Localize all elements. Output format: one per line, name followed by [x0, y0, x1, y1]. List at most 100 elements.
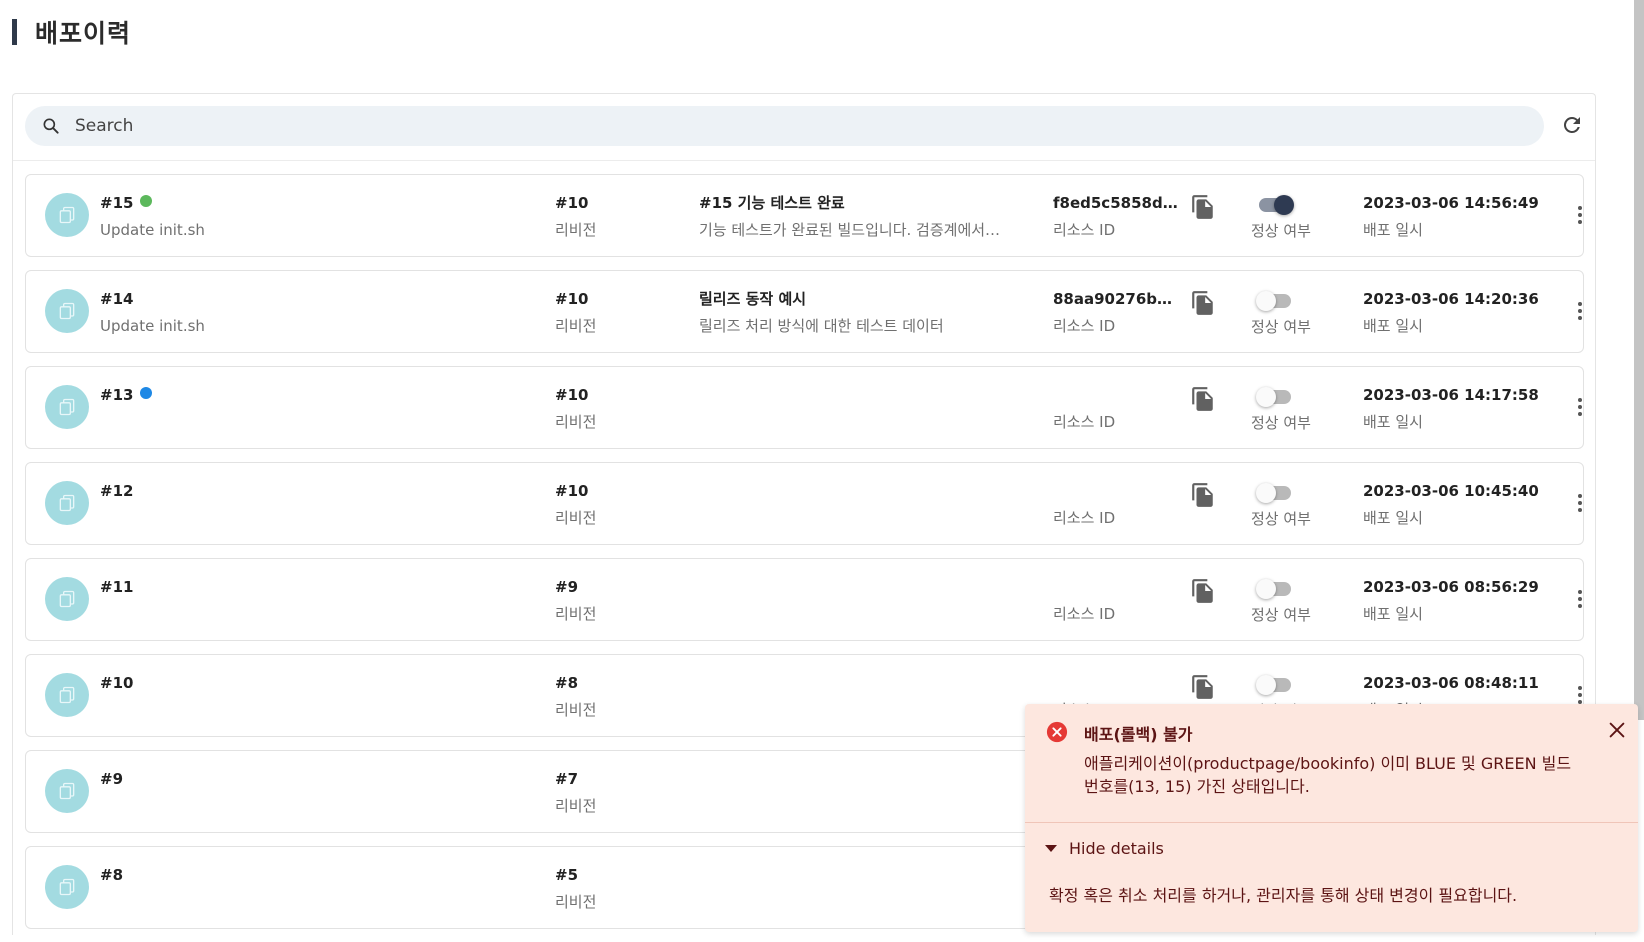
copy-icon[interactable] — [1190, 578, 1216, 604]
build-number-cell: #15 Update init.sh — [100, 193, 500, 240]
normal-toggle[interactable] — [1256, 675, 1291, 695]
deploy-time-value: 2023-03-06 10:45:40 — [1363, 482, 1539, 500]
build-avatar-icon — [45, 865, 89, 909]
resource-cell: 리소스 ID — [1053, 385, 1183, 432]
build-avatar-icon — [45, 481, 89, 525]
hide-details-toggle[interactable]: Hide details — [1045, 839, 1164, 858]
build-avatar-icon — [45, 673, 89, 717]
revision-cell: #10 리비전 — [555, 481, 655, 528]
deploy-time-cell: 2023-03-06 14:20:36 배포 일시 — [1363, 289, 1539, 336]
more-options-icon[interactable] — [1570, 201, 1590, 229]
more-options-icon[interactable] — [1570, 393, 1590, 421]
deploy-time-value: 2023-03-06 14:17:58 — [1363, 386, 1539, 404]
build-number-cell: #11 — [100, 577, 500, 604]
revision-cell: #9 리비전 — [555, 577, 655, 624]
search-icon — [43, 118, 59, 134]
revision-label: 리비전 — [555, 317, 597, 335]
release-note-cell — [699, 577, 1009, 604]
deploy-row[interactable]: #11 #9 리비전 리소스 ID 정상 여부 2023-03-06 08:56:29 배… — [25, 558, 1584, 641]
resource-id-value: f8ed5c5858d0e7f0a1 — [1053, 194, 1181, 212]
more-options-icon[interactable] — [1570, 585, 1590, 613]
more-options-icon[interactable] — [1570, 297, 1590, 325]
deploy-row[interactable]: #13 #10 리비전 리소스 ID 정상 여부 2023-03-06 14:17:58… — [25, 366, 1584, 449]
revision-label: 리비전 — [555, 221, 597, 239]
deploy-time-cell: 2023-03-06 14:56:49 배포 일시 — [1363, 193, 1539, 240]
deploy-time-cell: 2023-03-06 08:56:29 배포 일시 — [1363, 577, 1539, 624]
revision-label: 리비전 — [555, 701, 597, 719]
build-number: #14 — [100, 290, 134, 308]
title-accent-bar — [12, 19, 17, 45]
resource-id-value: 88aa90276b2f0c4d1e — [1053, 290, 1181, 308]
deploy-time-value: 2023-03-06 08:48:11 — [1363, 674, 1539, 692]
search-box[interactable] — [25, 106, 1544, 146]
normal-toggle[interactable] — [1259, 195, 1294, 215]
more-options-icon[interactable] — [1570, 489, 1590, 517]
revision-label: 리비전 — [555, 413, 597, 431]
release-title — [699, 385, 1009, 405]
revision-value: #10 — [555, 482, 589, 500]
resource-cell: 88aa90276b2f0c4d1e 리소스 ID — [1053, 289, 1183, 336]
toggle-knob — [1256, 291, 1276, 311]
deploy-time-label: 배포 일시 — [1363, 509, 1423, 527]
revision-value: #8 — [555, 674, 579, 692]
page-scrollbar[interactable] — [1634, 0, 1644, 720]
copy-icon[interactable] — [1190, 386, 1216, 412]
normal-toggle[interactable] — [1256, 387, 1291, 407]
copy-icon[interactable] — [1190, 674, 1216, 700]
resource-id-value — [1053, 385, 1181, 405]
build-number: #13 — [100, 386, 134, 404]
release-title: #15 기능 테스트 완료 — [699, 194, 845, 212]
resource-id-label: 리소스 ID — [1053, 509, 1116, 527]
copy-icon[interactable] — [1190, 290, 1216, 316]
normal-toggle[interactable] — [1256, 579, 1291, 599]
copy-icon[interactable] — [1190, 482, 1216, 508]
search-input[interactable] — [75, 116, 1475, 136]
build-number: #15 — [100, 194, 134, 212]
release-description: 릴리즈 처리 방식에 대한 테스트 데이터 — [699, 317, 944, 335]
toggle-knob — [1274, 195, 1294, 215]
deploy-time-label: 배포 일시 — [1363, 221, 1423, 239]
revision-label: 리비전 — [555, 893, 597, 911]
deploy-row[interactable]: #14 Update init.sh #10 리비전 릴리즈 동작 예시 릴리즈 처리 방… — [25, 270, 1584, 353]
build-number: #8 — [100, 866, 124, 884]
resource-id-label: 리소스 ID — [1053, 221, 1116, 239]
deploy-row[interactable]: #15 Update init.sh #10 리비전 #15 기능 테스트 완료기능 테… — [25, 174, 1584, 257]
revision-value: #10 — [555, 194, 589, 212]
commit-message: Update init.sh — [100, 221, 205, 239]
build-number-cell: #9 — [100, 769, 500, 796]
revision-value: #9 — [555, 578, 579, 596]
release-title — [699, 481, 1009, 501]
build-number-cell: #12 — [100, 481, 500, 508]
copy-icon[interactable] — [1190, 194, 1216, 220]
build-number-cell: #14 Update init.sh — [100, 289, 500, 336]
deploy-time-value: 2023-03-06 08:56:29 — [1363, 578, 1539, 596]
release-title: 릴리즈 동작 예시 — [699, 290, 807, 308]
resource-cell: f8ed5c5858d0e7f0a1 리소스 ID — [1053, 193, 1183, 240]
resource-id-value — [1053, 577, 1181, 597]
revision-cell: #7 리비전 — [555, 769, 655, 816]
deploy-time-value: 2023-03-06 14:20:36 — [1363, 290, 1539, 308]
release-description: 기능 테스트가 완료된 빌드입니다. 검증계에서 배포 확인이 필요합니다. — [699, 221, 1004, 239]
release-title — [699, 865, 1009, 885]
error-toast: 배포(롤백) 불가 애플리케이션이(productpage/bookinfo) … — [1025, 704, 1638, 932]
normal-toggle[interactable] — [1256, 483, 1291, 503]
deploy-time-cell: 2023-03-06 10:45:40 배포 일시 — [1363, 481, 1539, 528]
build-avatar-icon — [45, 289, 89, 333]
normal-label: 정상 여부 — [1251, 318, 1311, 336]
commit-message: Update init.sh — [100, 317, 205, 335]
normal-toggle[interactable] — [1256, 291, 1291, 311]
close-icon[interactable] — [1606, 719, 1628, 741]
revision-value: #5 — [555, 866, 579, 884]
release-title — [699, 769, 1009, 789]
build-number-cell: #8 — [100, 865, 500, 892]
build-number: #10 — [100, 674, 134, 692]
release-note-cell — [699, 385, 1009, 412]
toast-title: 배포(롤백) 불가 — [1084, 725, 1193, 744]
resource-cell: 리소스 ID — [1053, 481, 1183, 528]
revision-value: #10 — [555, 386, 589, 404]
deploy-row[interactable]: #12 #10 리비전 리소스 ID 정상 여부 2023-03-06 10:45:40… — [25, 462, 1584, 545]
build-number: #9 — [100, 770, 124, 788]
toggle-knob — [1256, 483, 1276, 503]
refresh-button[interactable] — [1557, 110, 1587, 140]
deploy-time-label: 배포 일시 — [1363, 317, 1423, 335]
